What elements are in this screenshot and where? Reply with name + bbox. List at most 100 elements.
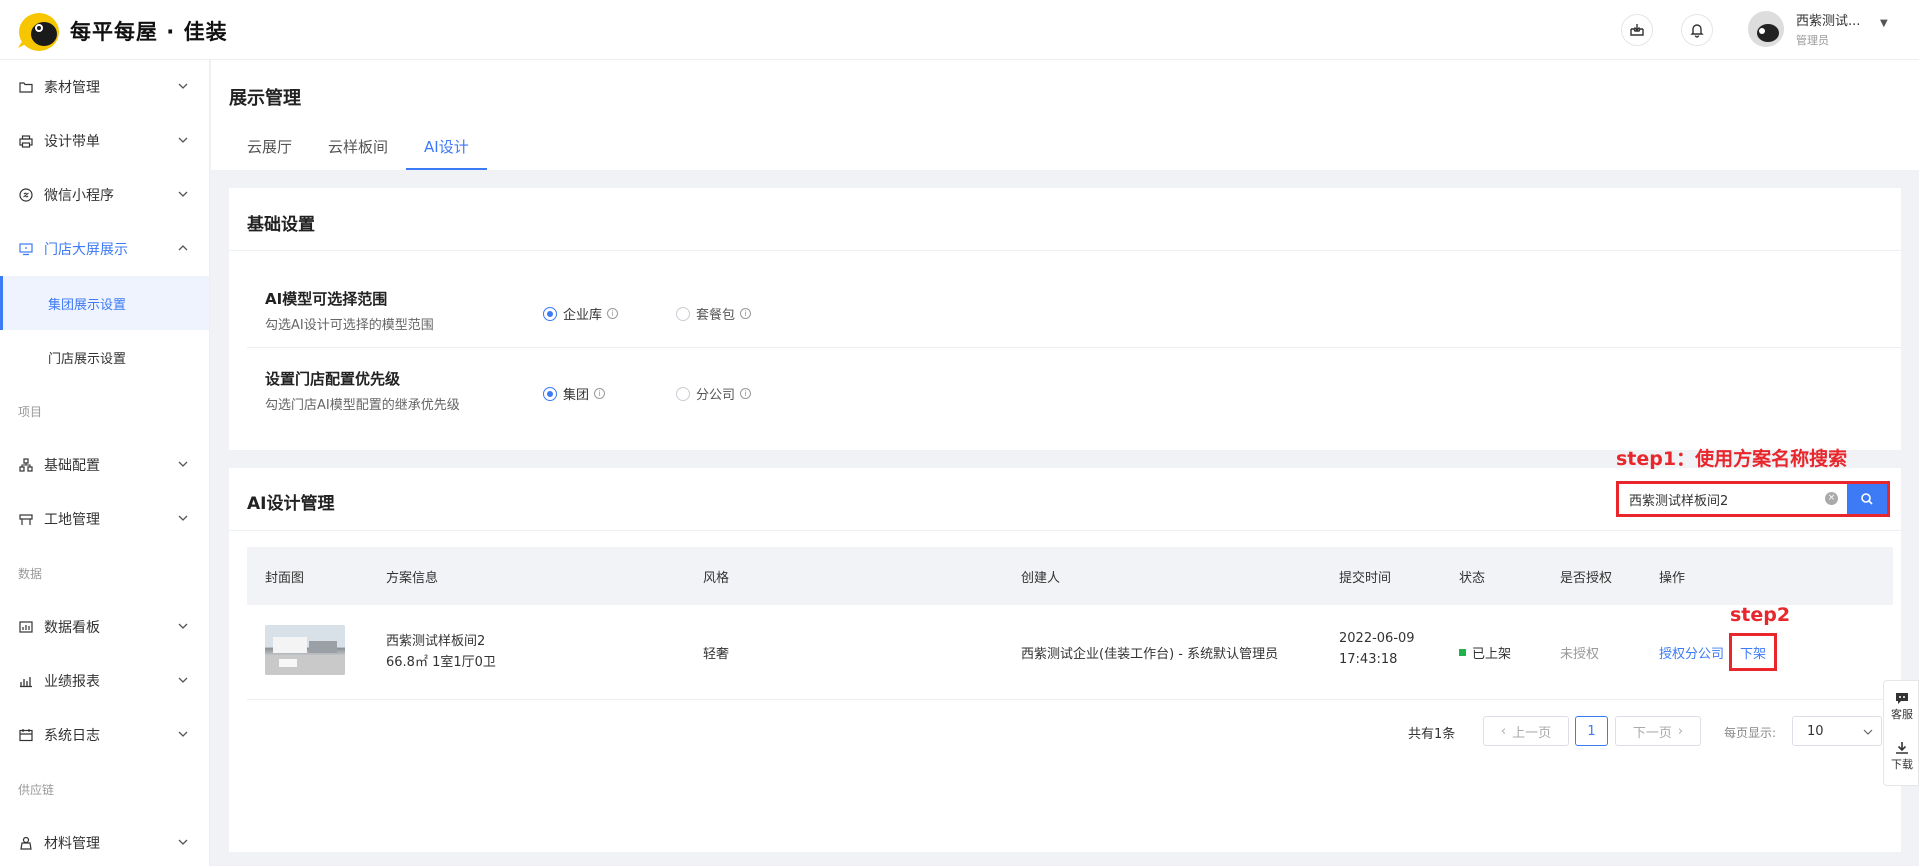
radio-label: 企业库 <box>563 308 603 323</box>
radio-branch[interactable]: 分公司 i <box>676 384 752 403</box>
page-number-current[interactable]: 1 <box>1575 716 1608 746</box>
setting-desc: 勾选AI设计可选择的模型范围 <box>265 318 434 333</box>
basic-settings-title: 基础设置 <box>247 215 315 235</box>
setting-name: 设置门店配置优先级 <box>265 370 401 388</box>
monitor-icon <box>18 241 34 257</box>
setting-name: AI模型可选择范围 <box>265 290 388 308</box>
annotation-step1: step1：使用方案名称搜索 <box>1616 448 1848 470</box>
sidebar-item-materials[interactable]: 素材管理 <box>0 60 209 114</box>
submit-date: 2022-06-09 <box>1339 631 1415 646</box>
prev-page-label: 上一页 <box>1512 725 1552 741</box>
customer-service-label: 客服 <box>1891 708 1913 721</box>
chevron-up-icon <box>178 245 188 251</box>
sidebar-item-basic-config[interactable]: 基础配置 <box>0 438 209 492</box>
floating-toolbar: 客服 下载 <box>1883 680 1919 786</box>
search-box: × <box>1616 481 1890 517</box>
download-button[interactable]: 下载 <box>1884 731 1919 781</box>
sidebar-item-label: 材料管理 <box>44 836 100 852</box>
per-page-select[interactable]: 10 <box>1792 716 1882 746</box>
sidebar-item-site-management[interactable]: 工地管理 <box>0 492 209 546</box>
brand-name: 每平每屋 · 佳装 <box>70 20 228 44</box>
bar-chart-icon <box>18 673 34 689</box>
info-icon[interactable]: i <box>740 388 752 399</box>
tab-cloud-showroom[interactable]: 云展厅 <box>229 132 310 170</box>
chevron-down-icon <box>178 461 188 467</box>
plan-creator: 西紫测试企业(佳装工作台) - 系统默认管理员 <box>1021 647 1279 662</box>
authorize-branch-link[interactable]: 授权分公司 <box>1659 643 1724 662</box>
sidebar-group-data: 数据 <box>18 566 43 581</box>
chevron-down-icon <box>178 623 188 629</box>
sidebar-group-project: 项目 <box>18 404 43 419</box>
sidebar-item-material-management[interactable]: 材料管理 <box>0 816 209 866</box>
col-plan-info: 方案信息 <box>386 571 439 586</box>
offshelf-link[interactable]: 下架 <box>1729 633 1777 671</box>
per-page-label: 每页显示: <box>1724 726 1777 740</box>
radio-group[interactable]: 集团 i <box>543 384 606 403</box>
col-creator: 创建人 <box>1021 571 1061 586</box>
pagination-total: 共有1条 <box>1408 727 1456 742</box>
table-header: 封面图 方案信息 风格 创建人 提交时间 状态 是否授权 操作 <box>247 547 1893 605</box>
chat-bubble-icon <box>1896 693 1908 704</box>
sidebar-item-performance-report[interactable]: 业绩报表 <box>0 654 209 708</box>
clear-icon[interactable]: × <box>1825 492 1838 505</box>
radio-label: 套餐包 <box>696 308 736 323</box>
ai-management-title: AI设计管理 <box>247 494 335 514</box>
chevron-down-icon <box>178 677 188 683</box>
radio-enterprise-library[interactable]: 企业库 i <box>543 304 619 323</box>
prev-page-button[interactable]: ‹ 上一页 <box>1483 716 1569 746</box>
sidebar-item-group-display-settings[interactable]: 集团展示设置 <box>0 276 209 330</box>
table-row: 西紫测试样板间2 66.8㎡ 1室1厅0卫 轻奢 西紫测试企业(佳装工作台) -… <box>247 605 1893 700</box>
info-icon[interactable]: i <box>594 388 606 399</box>
sidebar-item-design-orders[interactable]: 设计带单 <box>0 114 209 168</box>
bell-icon[interactable] <box>1681 14 1713 46</box>
col-actions: 操作 <box>1659 571 1686 586</box>
customer-service-button[interactable]: 客服 <box>1884 681 1919 731</box>
sidebar-item-label: 数据看板 <box>44 620 100 636</box>
chevron-down-icon <box>178 191 188 197</box>
sidebar-item-store-display-settings[interactable]: 门店展示设置 <box>0 330 209 384</box>
brand-logo[interactable]: 每平每屋 · 佳装 <box>16 8 228 54</box>
sidebar-item-store-display[interactable]: 门店大屏展示 <box>0 222 209 276</box>
user-menu[interactable]: 西紫测试... 管理员 ▼ <box>1748 10 1888 48</box>
status-text: 已上架 <box>1472 647 1512 662</box>
sidebar-item-wechat-miniprogram[interactable]: 微信小程序 <box>0 168 209 222</box>
sidebar-item-label: 门店大屏展示 <box>44 242 128 258</box>
plan-style: 轻奢 <box>703 647 730 662</box>
radio-package[interactable]: 套餐包 i <box>676 304 752 323</box>
tab-cloud-model-room[interactable]: 云样板间 <box>310 132 406 170</box>
info-icon[interactable]: i <box>607 308 619 319</box>
download-label: 下载 <box>1891 758 1913 771</box>
page-header: 展示管理 云展厅 云样板间 AI设计 <box>211 60 1919 170</box>
search-input[interactable] <box>1619 484 1847 514</box>
col-authorized: 是否授权 <box>1560 571 1613 586</box>
caret-down-icon: ▼ <box>1880 18 1888 29</box>
chevron-down-icon <box>178 839 188 845</box>
inbox-icon[interactable] <box>1621 14 1653 46</box>
sidebar-item-data-dashboard[interactable]: 数据看板 <box>0 600 209 654</box>
tab-ai-design[interactable]: AI设计 <box>406 132 487 170</box>
chevron-down-icon <box>178 137 188 143</box>
next-page-button[interactable]: 下一页 › <box>1615 716 1701 746</box>
scale-icon <box>18 835 34 851</box>
sidebar-group-supply-chain: 供应链 <box>18 782 55 797</box>
setting-row-store-priority: 设置门店配置优先级 勾选门店AI模型配置的继承优先级 集团 i 分公司 i <box>247 348 1902 428</box>
sidebar: 素材管理 设计带单 微信小程序 门店大屏展示 集团展示设置 门店展示设置 项目 … <box>0 60 210 866</box>
radio-label: 集团 <box>563 388 590 403</box>
user-name: 西紫测试... <box>1796 14 1861 29</box>
chevron-left-icon: ‹ <box>1500 723 1507 739</box>
search-button[interactable] <box>1847 484 1887 514</box>
per-page-value: 10 <box>1807 723 1824 739</box>
col-cover: 封面图 <box>265 571 305 586</box>
plan-name[interactable]: 西紫测试样板间2 <box>386 630 485 649</box>
page-title: 展示管理 <box>229 88 301 109</box>
sidebar-item-system-log[interactable]: 系统日志 <box>0 708 209 762</box>
setting-desc: 勾选门店AI模型配置的继承优先级 <box>265 398 460 413</box>
cover-thumbnail[interactable] <box>265 625 345 675</box>
chart-board-icon <box>18 619 34 635</box>
basic-settings-card: 基础设置 AI模型可选择范围 勾选AI设计可选择的模型范围 企业库 i 套餐包 … <box>229 188 1902 450</box>
radio-label: 分公司 <box>696 388 736 403</box>
search-icon <box>1861 493 1873 505</box>
plan-spec: 66.8㎡ 1室1厅0卫 <box>386 655 496 670</box>
info-icon[interactable]: i <box>740 308 752 319</box>
submit-time: 17:43:18 <box>1339 652 1398 667</box>
